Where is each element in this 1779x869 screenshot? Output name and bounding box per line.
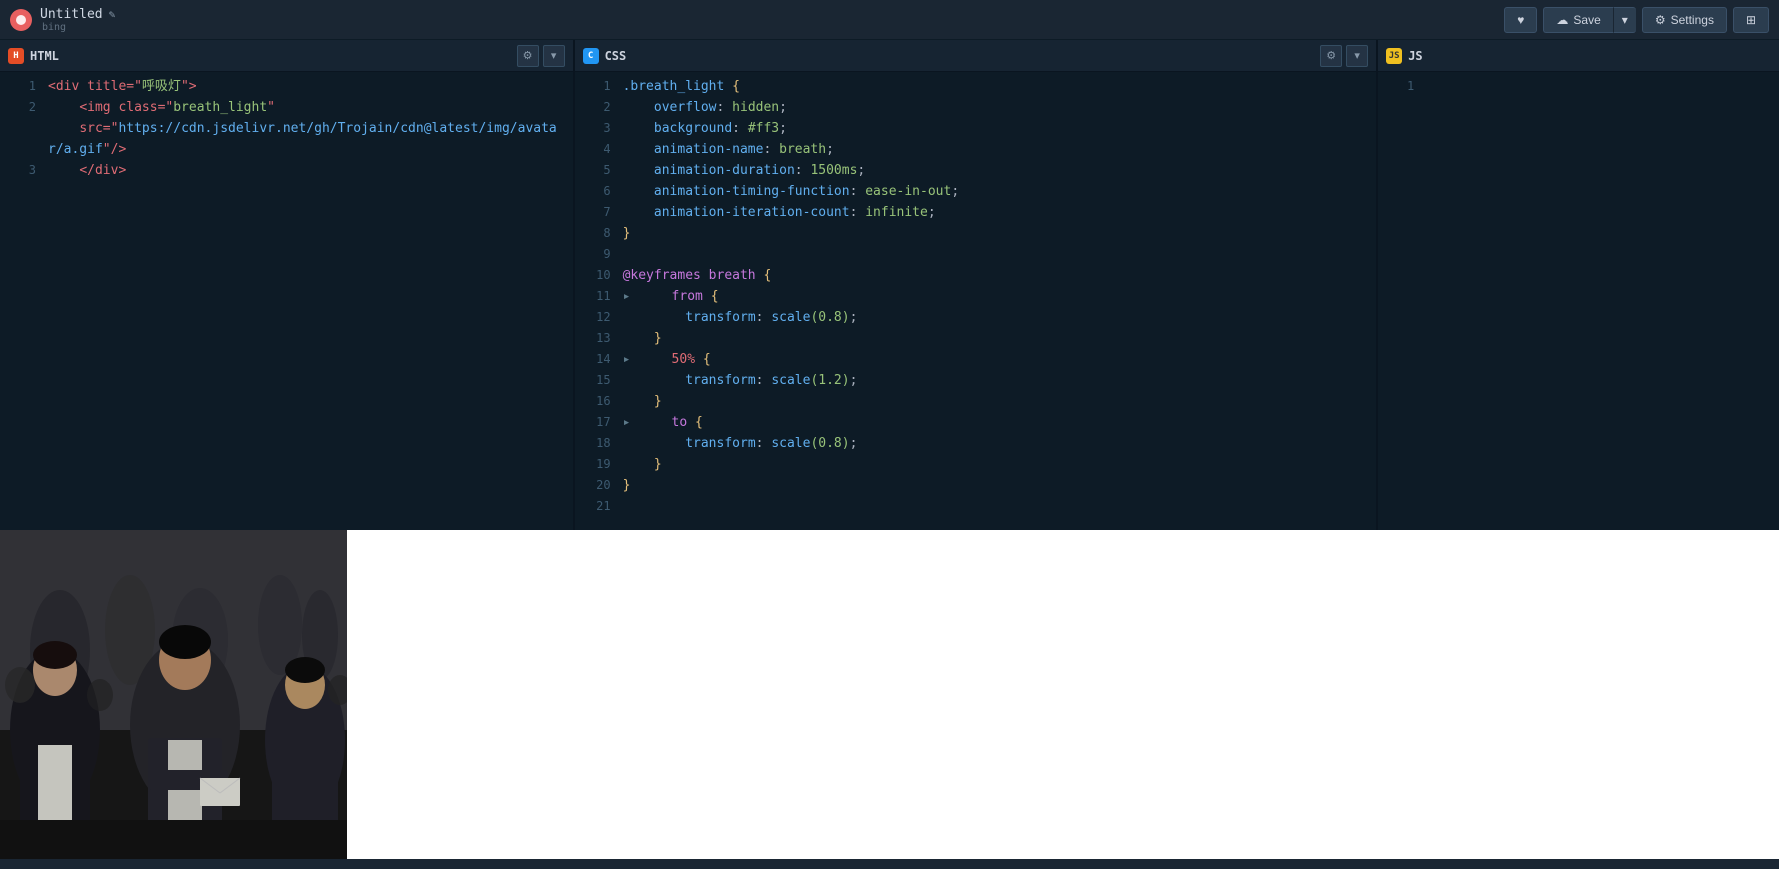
- css-gear-button[interactable]: ⚙: [1320, 45, 1342, 67]
- code-line: 1: [1378, 76, 1779, 97]
- css-panel-header: C CSS ⚙ ▾: [575, 40, 1377, 72]
- html-badge: H: [8, 48, 24, 64]
- code-line: 12 transform: scale(0.8);: [575, 307, 1377, 328]
- title-area: Untitled ✎ bing: [40, 7, 1504, 33]
- code-line: 1 <div title="呼吸灯">: [0, 76, 573, 97]
- css-panel: C CSS ⚙ ▾ 1.breath_light { 2 overflow: h…: [575, 40, 1379, 530]
- js-badge: JS: [1386, 48, 1402, 64]
- code-line: 2 <img class="breath_light": [0, 97, 573, 118]
- js-panel-header: JS JS: [1378, 40, 1779, 72]
- html-panel: H HTML ⚙ ▾ 1 <div title="呼吸灯"> 2 <img cl…: [0, 40, 575, 530]
- code-line: 2 overflow: hidden;: [575, 97, 1377, 118]
- css-badge: C: [583, 48, 599, 64]
- code-line: 9: [575, 244, 1377, 265]
- code-line: 4 animation-name: breath;: [575, 139, 1377, 160]
- code-line: 17▸ to {: [575, 412, 1377, 433]
- html-chevron-button[interactable]: ▾: [543, 45, 565, 67]
- code-line: 11▸ from {: [575, 286, 1377, 307]
- topbar: Untitled ✎ bing ♥ ☁ Save ▾ ⚙ Settings ⊞: [0, 0, 1779, 40]
- chevron-down-icon: ▾: [1622, 13, 1628, 27]
- gear-icon: ⚙: [1655, 13, 1666, 27]
- preview-svg: [0, 530, 347, 859]
- code-line: 13 }: [575, 328, 1377, 349]
- code-line: src="https://cdn.jsdelivr.net/gh/Trojain…: [0, 118, 573, 160]
- code-line: 18 transform: scale(0.8);: [575, 433, 1377, 454]
- editors-container: H HTML ⚙ ▾ 1 <div title="呼吸灯"> 2 <img cl…: [0, 40, 1779, 530]
- code-line: 5 animation-duration: 1500ms;: [575, 160, 1377, 181]
- code-line: 20}: [575, 475, 1377, 496]
- preview-area: [0, 530, 1779, 859]
- heart-icon: ♥: [1517, 13, 1524, 27]
- app-logo: [10, 9, 32, 31]
- code-line: 6 animation-timing-function: ease-in-out…: [575, 181, 1377, 202]
- code-line: 16 }: [575, 391, 1377, 412]
- js-code-area[interactable]: 1: [1378, 72, 1779, 530]
- css-chevron-button[interactable]: ▾: [1346, 45, 1368, 67]
- code-line: 7 animation-iteration-count: infinite;: [575, 202, 1377, 223]
- js-lang-label: JS JS: [1386, 48, 1422, 64]
- js-label: JS: [1408, 49, 1422, 63]
- css-label: CSS: [605, 49, 627, 63]
- project-subtitle: bing: [42, 22, 1504, 33]
- settings-button[interactable]: ⚙ Settings: [1642, 7, 1727, 33]
- code-line: 3 background: #ff3;: [575, 118, 1377, 139]
- project-title: Untitled: [40, 7, 103, 22]
- html-code-area[interactable]: 1 <div title="呼吸灯"> 2 <img class="breath…: [0, 72, 573, 530]
- topbar-actions: ♥ ☁ Save ▾ ⚙ Settings ⊞: [1504, 7, 1769, 33]
- html-gear-button[interactable]: ⚙: [517, 45, 539, 67]
- css-lang-label: C CSS: [583, 48, 627, 64]
- code-line: 1.breath_light {: [575, 76, 1377, 97]
- edit-icon[interactable]: ✎: [109, 8, 116, 21]
- code-line: 15 transform: scale(1.2);: [575, 370, 1377, 391]
- code-line: 8}: [575, 223, 1377, 244]
- code-line: 10@keyframes breath {: [575, 265, 1377, 286]
- cloud-icon: ☁: [1556, 13, 1568, 27]
- settings-label: Settings: [1671, 13, 1714, 27]
- heart-button[interactable]: ♥: [1504, 7, 1537, 33]
- preview-image: [0, 530, 347, 859]
- code-line: 3 </div>: [0, 160, 573, 181]
- grid-button[interactable]: ⊞: [1733, 7, 1769, 33]
- code-line: 14▸ 50% {: [575, 349, 1377, 370]
- html-panel-header: H HTML ⚙ ▾: [0, 40, 573, 72]
- save-button[interactable]: ☁ Save: [1543, 7, 1612, 33]
- save-dropdown-button[interactable]: ▾: [1613, 7, 1636, 33]
- html-lang-label: H HTML: [8, 48, 59, 64]
- css-code-area[interactable]: 1.breath_light { 2 overflow: hidden; 3 b…: [575, 72, 1377, 530]
- save-label: Save: [1573, 13, 1600, 27]
- code-line: 21: [575, 496, 1377, 517]
- grid-icon: ⊞: [1746, 13, 1756, 27]
- save-group: ☁ Save ▾: [1543, 7, 1635, 33]
- html-controls: ⚙ ▾: [517, 45, 565, 67]
- code-line: 19 }: [575, 454, 1377, 475]
- html-label: HTML: [30, 49, 59, 63]
- css-controls: ⚙ ▾: [1320, 45, 1368, 67]
- js-panel: JS JS 1: [1378, 40, 1779, 530]
